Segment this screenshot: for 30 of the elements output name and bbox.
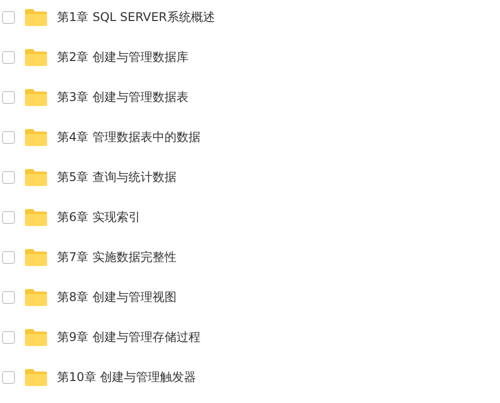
folder-name[interactable]: 第1章 SQL SERVER系统概述 [57, 8, 216, 26]
checkbox[interactable] [2, 290, 15, 304]
folder-name[interactable]: 第4章 管理数据表中的数据 [57, 128, 200, 146]
folder-name[interactable]: 第6章 实现索引 [57, 208, 140, 226]
folder-icon [25, 328, 47, 346]
folder-name[interactable]: 第8章 创建与管理视图 [57, 288, 176, 306]
folder-icon [25, 8, 47, 26]
checkbox[interactable] [2, 90, 15, 104]
checkbox[interactable] [2, 370, 15, 384]
folder-icon [25, 248, 47, 266]
folder-name[interactable]: 第3章 创建与管理数据表 [57, 88, 188, 106]
folder-icon [25, 208, 47, 226]
checkbox[interactable] [2, 130, 15, 144]
checkbox[interactable] [2, 330, 15, 344]
folder-name[interactable]: 第9章 创建与管理存储过程 [57, 328, 200, 346]
folder-icon [25, 128, 47, 146]
checkbox[interactable] [2, 210, 15, 224]
checkbox[interactable] [2, 170, 15, 184]
folder-icon [25, 88, 47, 106]
checkbox[interactable] [2, 50, 15, 64]
folder-icon [25, 368, 47, 386]
folder-icon [25, 168, 47, 186]
checkbox[interactable] [2, 10, 15, 24]
folder-name[interactable]: 第10章 创建与管理触发器 [57, 368, 196, 386]
folder-icon [25, 288, 47, 306]
folder-icon [25, 48, 47, 66]
checkbox[interactable] [2, 250, 15, 264]
folder-name[interactable]: 第5章 查询与统计数据 [57, 168, 176, 186]
folder-name[interactable]: 第7章 实施数据完整性 [57, 248, 176, 266]
folder-name[interactable]: 第2章 创建与管理数据库 [57, 48, 188, 66]
